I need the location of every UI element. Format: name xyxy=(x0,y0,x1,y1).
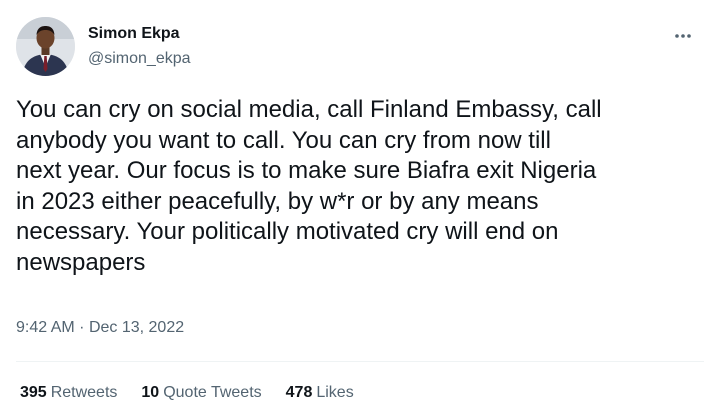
stat-likes[interactable]: 478 Likes xyxy=(286,383,354,403)
tweet-timestamp: 9:42 AM · Dec 13, 2022 xyxy=(16,318,184,338)
tweet-stats: 395 Retweets 10 Quote Tweets 478 Likes xyxy=(20,383,378,403)
tweet-text: You can cry on social media, call Finlan… xyxy=(16,96,602,276)
quote-tweets-label: Quote Tweets xyxy=(163,384,262,401)
tweet-time-link[interactable]: 9:42 AM xyxy=(16,319,75,336)
tweet-date: Dec 13, 2022 xyxy=(88,319,185,336)
avatar-image xyxy=(16,17,75,76)
more-options-button[interactable] xyxy=(668,24,698,48)
quote-tweets-count: 10 xyxy=(141,384,160,401)
stat-retweets[interactable]: 395 Retweets xyxy=(20,383,117,403)
timestamp-separator: · xyxy=(79,319,85,336)
tweet-card: Simon Ekpa @simon_ekpa You can cry on so… xyxy=(0,0,720,420)
tweet-date-link[interactable]: Dec 13, 2022 xyxy=(89,319,184,336)
author-handle[interactable]: @simon_ekpa xyxy=(88,49,191,69)
likes-count: 478 xyxy=(285,384,313,401)
retweets-count: 395 xyxy=(20,384,47,401)
tweet-time: 9:42 AM xyxy=(16,319,75,336)
stat-quote-tweets[interactable]: 10 Quote Tweets xyxy=(141,383,261,403)
likes-label: Likes xyxy=(316,384,354,401)
avatar[interactable] xyxy=(16,17,75,76)
more-horizontal-icon xyxy=(675,34,691,38)
divider xyxy=(16,361,704,362)
retweets-label: Retweets xyxy=(50,384,118,401)
author-block: Simon Ekpa @simon_ekpa xyxy=(88,24,191,69)
author-display-name[interactable]: Simon Ekpa xyxy=(88,24,191,44)
